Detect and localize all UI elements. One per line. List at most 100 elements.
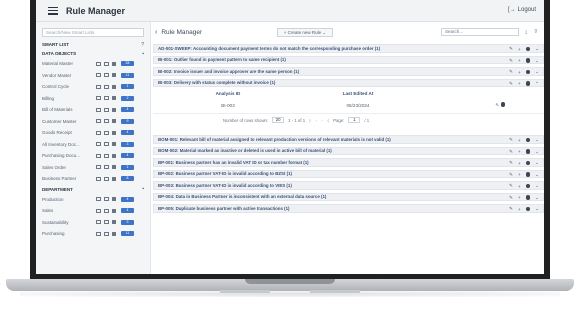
edit-icon[interactable]: ✎ bbox=[495, 103, 499, 108]
copy-icon[interactable] bbox=[104, 165, 109, 170]
info-icon[interactable] bbox=[525, 81, 531, 86]
edit-icon[interactable]: ✎ bbox=[509, 46, 513, 52]
copy-icon[interactable] bbox=[104, 130, 109, 135]
sidebar-item-department[interactable]: Sustainability 3 bbox=[36, 217, 150, 229]
trash-icon[interactable] bbox=[112, 96, 116, 101]
edit-icon[interactable]: ✎ bbox=[509, 137, 513, 143]
info-icon[interactable] bbox=[525, 183, 531, 189]
edit-list-icon[interactable] bbox=[96, 197, 101, 202]
sidebar-item-data-object[interactable]: Vendor Master 11 bbox=[36, 70, 150, 82]
sidebar-item-data-object[interactable]: Sales Order 1 bbox=[36, 162, 150, 174]
trash-icon[interactable] bbox=[112, 165, 116, 170]
edit-icon[interactable]: ✎ bbox=[509, 69, 513, 75]
add-icon[interactable]: + bbox=[518, 58, 521, 63]
rule-search-input[interactable]: Search... bbox=[441, 28, 519, 36]
add-icon[interactable]: + bbox=[518, 70, 521, 75]
sidebar-item-data-object[interactable]: Goods Receipt 4 bbox=[36, 127, 150, 139]
chevron-down-icon[interactable]: ⌄ bbox=[535, 183, 539, 189]
copy-icon[interactable] bbox=[104, 96, 109, 101]
copy-icon[interactable] bbox=[104, 61, 109, 66]
trash-icon[interactable] bbox=[112, 142, 116, 147]
edit-icon[interactable]: ✎ bbox=[509, 195, 513, 201]
sidebar-item-data-object[interactable]: Control Cycle 1 bbox=[36, 81, 150, 93]
rule-row[interactable]: BI-002: Invoice issuer and invoice appro… bbox=[153, 67, 544, 76]
sidebar-item-data-object[interactable]: Material Master 28 bbox=[36, 58, 150, 70]
rule-row[interactable]: BI-001: Outlier found in payment pattern… bbox=[153, 55, 544, 64]
copy-icon[interactable] bbox=[104, 84, 109, 89]
rule-row[interactable]: BOM-002: Material marked as inactive or … bbox=[153, 146, 544, 155]
trash-icon[interactable] bbox=[112, 197, 116, 202]
last-page-icon[interactable]: ›| bbox=[327, 118, 330, 123]
chevron-down-icon[interactable]: ⌄ bbox=[535, 58, 539, 64]
logout-button[interactable]: [→ Logout bbox=[508, 7, 536, 13]
chevron-down-icon[interactable]: ⌄ bbox=[535, 160, 539, 166]
add-icon[interactable]: + bbox=[518, 47, 521, 52]
rule-row[interactable]: AD-001-SWEEP: Accounting document paymen… bbox=[153, 44, 544, 53]
rule-row[interactable]: BOM-001: Relevant bill of material assig… bbox=[153, 135, 544, 144]
rule-row[interactable]: BP-004: Data in Business Partner is inco… bbox=[153, 192, 544, 201]
sidebar-item-data-object[interactable]: Customer Master 9 bbox=[36, 116, 150, 128]
trash-icon[interactable] bbox=[112, 84, 116, 89]
chevron-up-icon[interactable]: ⌃ bbox=[535, 81, 539, 87]
edit-list-icon[interactable] bbox=[96, 165, 101, 170]
chevron-down-icon[interactable]: ⌄ bbox=[535, 69, 539, 75]
filter-icon[interactable]: ⊽ bbox=[534, 29, 538, 35]
info-icon[interactable] bbox=[525, 46, 531, 52]
edit-list-icon[interactable] bbox=[96, 142, 101, 147]
info-icon[interactable] bbox=[525, 69, 531, 75]
copy-icon[interactable] bbox=[104, 208, 109, 213]
edit-list-icon[interactable] bbox=[96, 176, 101, 181]
trash-icon[interactable] bbox=[112, 176, 116, 181]
edit-list-icon[interactable] bbox=[96, 220, 101, 225]
add-icon[interactable]: + bbox=[518, 207, 521, 212]
add-icon[interactable]: + bbox=[518, 195, 521, 200]
rule-row[interactable]: BP-002: Business partner VAT-ID is inval… bbox=[153, 169, 544, 178]
edit-list-icon[interactable] bbox=[96, 231, 101, 236]
edit-list-icon[interactable] bbox=[96, 107, 101, 112]
copy-icon[interactable] bbox=[104, 220, 109, 225]
edit-icon[interactable]: ✎ bbox=[509, 58, 513, 64]
edit-icon[interactable]: ✎ bbox=[509, 160, 513, 166]
add-icon[interactable]: + bbox=[518, 184, 521, 189]
rule-row[interactable]: BI-003: Delivery with status complete wi… bbox=[153, 78, 544, 87]
copy-icon[interactable] bbox=[104, 107, 109, 112]
edit-list-icon[interactable] bbox=[96, 208, 101, 213]
question-icon[interactable]: ? bbox=[141, 42, 144, 48]
sidebar-item-department[interactable]: Purchasing 11 bbox=[36, 228, 150, 240]
edit-list-icon[interactable] bbox=[96, 84, 101, 89]
first-page-icon[interactable]: |‹ bbox=[309, 118, 312, 123]
page-input[interactable]: 1 bbox=[348, 117, 361, 123]
copy-icon[interactable] bbox=[104, 231, 109, 236]
sidebar-item-data-object[interactable]: All Inventory Doc... 3 bbox=[36, 139, 150, 151]
info-icon[interactable] bbox=[525, 149, 531, 154]
table-row[interactable]: BI-003 08/23/2024 ✎ bbox=[153, 98, 544, 114]
chevron-down-icon[interactable]: ⌄ bbox=[535, 46, 539, 52]
copy-icon[interactable] bbox=[104, 119, 109, 124]
sidebar-item-data-object[interactable]: Business Partner 8 bbox=[36, 173, 150, 185]
trash-icon[interactable] bbox=[112, 231, 116, 236]
info-icon[interactable] bbox=[525, 195, 531, 200]
trash-icon[interactable] bbox=[112, 220, 116, 225]
prev-page-icon[interactable]: ‹ bbox=[316, 118, 317, 123]
sidebar-item-data-object[interactable]: Bill of Materials 4 bbox=[36, 104, 150, 116]
edit-icon[interactable]: ✎ bbox=[509, 183, 513, 189]
chevron-down-icon[interactable]: ⌄ bbox=[535, 172, 539, 178]
info-icon[interactable] bbox=[525, 160, 531, 166]
chevron-down-icon[interactable]: ⌄ bbox=[535, 137, 539, 143]
edit-list-icon[interactable] bbox=[96, 61, 101, 66]
copy-icon[interactable] bbox=[104, 176, 109, 181]
next-page-icon[interactable]: › bbox=[321, 118, 322, 123]
trash-icon[interactable] bbox=[112, 73, 116, 78]
info-icon[interactable] bbox=[525, 206, 531, 212]
trash-icon[interactable] bbox=[112, 61, 116, 66]
sidebar-item-data-object[interactable]: Purchasing Docu... 4 bbox=[36, 150, 150, 162]
copy-icon[interactable] bbox=[104, 142, 109, 147]
copy-icon[interactable] bbox=[104, 153, 109, 158]
chevron-down-icon[interactable]: ⌄ bbox=[535, 149, 539, 155]
edit-icon[interactable]: ✎ bbox=[509, 172, 513, 178]
info-icon[interactable] bbox=[525, 58, 531, 63]
rule-row[interactable]: BP-003: Business partner VAT-ID is inval… bbox=[153, 181, 544, 190]
edit-list-icon[interactable] bbox=[96, 96, 101, 101]
info-icon[interactable] bbox=[525, 137, 531, 143]
hamburger-menu-icon[interactable] bbox=[48, 6, 58, 15]
